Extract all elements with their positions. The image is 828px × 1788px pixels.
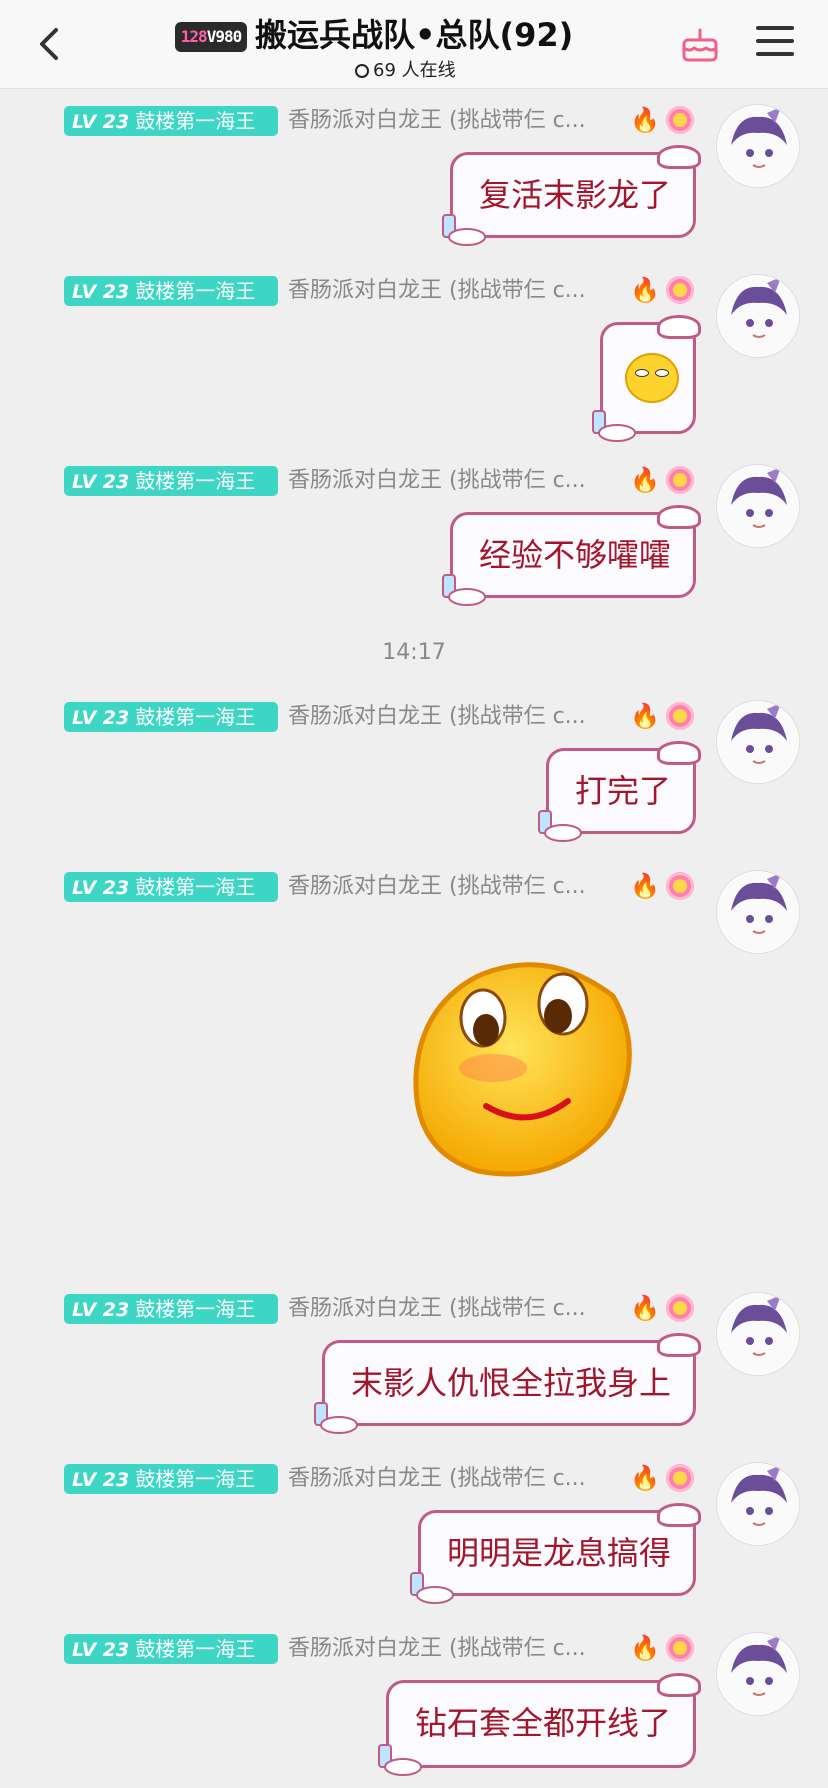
fire-icon: 🔥 xyxy=(630,466,660,494)
online-icon xyxy=(355,64,369,78)
sender-nickname[interactable]: 香肠派对白龙王 (挑战带仨 c... xyxy=(288,106,586,136)
fire-icon: 🔥 xyxy=(630,872,660,900)
message-text: 复活末影龙了 xyxy=(478,176,671,214)
sender-meta: LV 23 鼓楼第一海王 香肠派对白龙王 (挑战带仨 c... 🔥 xyxy=(64,1462,704,1494)
sender-nickname[interactable]: 香肠派对白龙王 (挑战带仨 c... xyxy=(288,872,586,902)
sender-nickname[interactable]: 香肠派对白龙王 (挑战带仨 c... xyxy=(288,702,586,732)
level-badge: LV 23 鼓楼第一海王 xyxy=(64,872,278,902)
sender-meta: LV 23 鼓楼第一海王 香肠派对白龙王 (挑战带仨 c... 🔥 xyxy=(64,870,704,902)
bubble-decoration-icon xyxy=(657,505,701,529)
bubble-decoration-icon xyxy=(657,1333,701,1357)
message-bubble[interactable]: 钻石套全都开线了 xyxy=(377,1673,701,1776)
avatar[interactable] xyxy=(716,1632,800,1716)
cake-icon[interactable] xyxy=(680,24,720,64)
level-badge: LV 23 鼓楼第一海王 xyxy=(64,1634,278,1664)
flower-icon xyxy=(666,1464,694,1492)
bubble-decoration-icon xyxy=(313,1402,358,1434)
fire-icon: 🔥 xyxy=(630,1294,660,1322)
chat-title-area[interactable]: 128V980 搬运兵战队•总队(92) 69 人在线 xyxy=(175,10,595,82)
fire-icon: 🔥 xyxy=(630,106,660,134)
timestamp: 14:17 xyxy=(382,640,446,665)
avatar[interactable] xyxy=(716,700,800,784)
sender-nickname[interactable]: 香肠派对白龙王 (挑战带仨 c... xyxy=(288,1294,586,1324)
sender-meta: LV 23 鼓楼第一海王 香肠派对白龙王 (挑战带仨 c... 🔥 xyxy=(64,464,704,496)
bubble-decoration-icon xyxy=(657,1503,701,1527)
bubble-decoration-icon xyxy=(657,1673,701,1697)
avatar[interactable] xyxy=(716,1462,800,1546)
sender-nickname[interactable]: 香肠派对白龙王 (挑战带仨 c... xyxy=(288,466,586,496)
bubble-decoration-icon xyxy=(592,410,636,442)
sender-nickname[interactable]: 香肠派对白龙王 (挑战带仨 c... xyxy=(288,1464,586,1494)
avatar[interactable] xyxy=(716,104,800,188)
flower-icon xyxy=(666,702,694,730)
avatar[interactable] xyxy=(716,1292,800,1376)
message-text: 明明是龙息搞得 xyxy=(446,1534,671,1572)
back-icon[interactable] xyxy=(30,24,70,64)
chat-header: 128V980 搬运兵战队•总队(92) 69 人在线 xyxy=(0,0,828,89)
message-bubble[interactable]: 末影人仇恨全拉我身上 xyxy=(313,1333,701,1434)
message-bubble[interactable]: 明明是龙息搞得 xyxy=(409,1503,701,1604)
message-bubble[interactable]: 打完了 xyxy=(537,741,701,842)
fire-icon: 🔥 xyxy=(630,702,660,730)
bubble-decoration-icon xyxy=(657,145,701,169)
sender-meta: LV 23 鼓楼第一海王 香肠派对白龙王 (挑战带仨 c... 🔥 xyxy=(64,274,704,306)
smile-emoji-sticker[interactable] xyxy=(408,956,640,1182)
sender-meta: LV 23 鼓楼第一海王 香肠派对白龙王 (挑战带仨 c... 🔥 xyxy=(64,1292,704,1324)
sender-nickname[interactable]: 香肠派对白龙王 (挑战带仨 c... xyxy=(288,276,586,306)
bubble-decoration-icon xyxy=(657,315,701,339)
avatar[interactable] xyxy=(716,870,800,954)
flower-icon xyxy=(666,276,694,304)
bubble-decoration-icon xyxy=(409,1572,454,1604)
fire-icon: 🔥 xyxy=(630,1464,660,1492)
level-badge: LV 23 鼓楼第一海王 xyxy=(64,276,278,306)
level-badge: LV 23 鼓楼第一海王 xyxy=(64,1294,278,1324)
avatar[interactable] xyxy=(716,464,800,548)
avatar[interactable] xyxy=(716,274,800,358)
group-tag-icon: 128V980 xyxy=(175,22,247,52)
sender-meta: LV 23 鼓楼第一海王 香肠派对白龙王 (挑战带仨 c... 🔥 xyxy=(64,104,704,136)
level-badge: LV 23 鼓楼第一海王 xyxy=(64,702,278,732)
chat-title: 搬运兵战队•总队(92) xyxy=(255,16,574,54)
message-text: 打完了 xyxy=(574,772,671,810)
bubble-decoration-icon xyxy=(537,810,582,842)
bubble-decoration-icon xyxy=(441,214,486,246)
message-bubble[interactable]: 复活末影龙了 xyxy=(441,145,701,246)
bubble-decoration-icon xyxy=(441,574,486,606)
message-bubble[interactable] xyxy=(592,315,701,442)
sender-nickname[interactable]: 香肠派对白龙王 (挑战带仨 c... xyxy=(288,1634,586,1664)
flower-icon xyxy=(666,106,694,134)
flower-icon xyxy=(666,1634,694,1662)
fire-icon: 🔥 xyxy=(630,276,660,304)
flower-icon xyxy=(666,872,694,900)
level-badge: LV 23 鼓楼第一海王 xyxy=(64,466,278,496)
level-badge: LV 23 鼓楼第一海王 xyxy=(64,1464,278,1494)
message-text: 末影人仇恨全拉我身上 xyxy=(350,1364,671,1402)
smirk-emoji-icon xyxy=(625,353,679,403)
message-bubble[interactable]: 经验不够嚯嚯 xyxy=(441,505,701,606)
sender-meta: LV 23 鼓楼第一海王 香肠派对白龙王 (挑战带仨 c... 🔥 xyxy=(64,700,704,732)
menu-icon[interactable] xyxy=(756,26,794,60)
bubble-decoration-icon xyxy=(657,741,701,765)
flower-icon xyxy=(666,1294,694,1322)
online-count: 69 人在线 xyxy=(355,56,456,82)
message-text: 钻石套全都开线了 xyxy=(414,1704,671,1742)
flower-icon xyxy=(666,466,694,494)
fire-icon: 🔥 xyxy=(630,1634,660,1662)
message-text: 经验不够嚯嚯 xyxy=(478,536,671,574)
level-badge: LV 23 鼓楼第一海王 xyxy=(64,106,278,136)
sender-meta: LV 23 鼓楼第一海王 香肠派对白龙王 (挑战带仨 c... 🔥 xyxy=(64,1632,704,1664)
bubble-decoration-icon xyxy=(377,1744,422,1776)
